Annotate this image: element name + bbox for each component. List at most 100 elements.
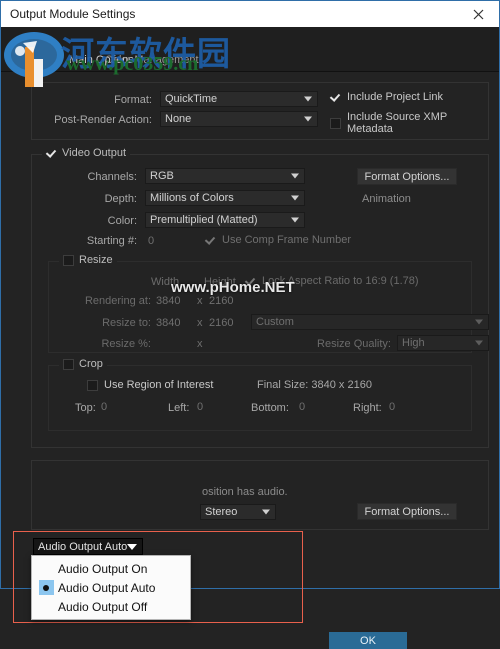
checkbox-icon[interactable] <box>330 117 341 129</box>
crop-right-label: Right: <box>353 402 382 414</box>
audio-channels-select[interactable]: Stereo <box>200 504 276 520</box>
format-label: Format: <box>114 94 152 106</box>
menu-item-audio-output-on[interactable]: Audio Output On <box>32 559 190 578</box>
resize-quality-select[interactable]: High <box>397 335 489 351</box>
resize-quality-label: Resize Quality: <box>317 338 391 350</box>
checkbox-icon[interactable] <box>245 276 256 287</box>
resize-x-separator: x <box>197 317 203 329</box>
depth-value: Millions of Colors <box>150 192 234 204</box>
audio-output-mode-value: Audio Output Auto <box>38 540 128 553</box>
resize-label: Resize <box>79 254 113 266</box>
starting-number-label: Starting #: <box>86 235 137 247</box>
radio-selected-icon <box>34 578 58 597</box>
color-select[interactable]: Premultiplied (Matted) <box>145 212 305 228</box>
checkbox-icon[interactable] <box>63 254 74 266</box>
chevron-down-icon <box>475 340 483 346</box>
resize-percent-label: Resize %: <box>101 338 151 350</box>
rendering-height-value: 2160 <box>209 295 234 307</box>
resize-preset-select[interactable]: Custom <box>251 314 489 330</box>
crop-legend[interactable]: Crop <box>59 358 107 370</box>
color-label: Color: <box>107 215 137 227</box>
include-project-link-row[interactable]: Include Project Link <box>330 91 443 103</box>
audio-format-options-button[interactable]: Format Options... <box>357 503 457 520</box>
tab-color-management[interactable]: Color Management <box>105 54 199 66</box>
chevron-down-icon <box>291 173 299 179</box>
menu-item-audio-output-on-label: Audio Output On <box>58 561 148 576</box>
use-comp-frame-number-label: Use Comp Frame Number <box>222 234 351 246</box>
chevron-down-icon <box>127 543 137 550</box>
video-format-options-button[interactable]: Format Options... <box>357 168 457 185</box>
crop-left-value[interactable]: 0 <box>197 401 203 413</box>
use-region-of-interest-label: Use Region of Interest <box>104 379 214 391</box>
close-icon[interactable] <box>457 1 499 27</box>
use-comp-frame-number-row[interactable]: Use Comp Frame Number <box>205 234 351 246</box>
crop-bottom-value[interactable]: 0 <box>299 401 305 413</box>
include-project-link-label: Include Project Link <box>347 91 443 103</box>
channels-label: Channels: <box>87 171 137 183</box>
audio-output-group: osition has audio. Stereo Format Options… <box>31 460 489 530</box>
checkbox-icon[interactable] <box>87 379 98 391</box>
crop-bottom-label: Bottom: <box>251 402 289 414</box>
resize-group: Resize Width Height Lock Aspect Ratio to… <box>48 254 489 353</box>
menu-item-audio-output-off[interactable]: Audio Output Off <box>32 597 190 616</box>
menu-item-audio-output-off-label: Audio Output Off <box>58 599 148 614</box>
lock-aspect-ratio-row[interactable]: Lock Aspect Ratio to 16:9 (1.78) <box>245 275 419 287</box>
rendering-x-separator: x <box>197 295 203 307</box>
ok-button-label: OK <box>360 634 376 647</box>
crop-left-label: Left: <box>168 402 190 414</box>
resize-preset-value: Custom <box>256 316 294 328</box>
radio-icon <box>34 597 58 616</box>
post-render-action-select[interactable]: None <box>160 111 318 127</box>
use-region-of-interest-row[interactable]: Use Region of Interest <box>87 379 213 391</box>
color-value: Premultiplied (Matted) <box>150 214 258 226</box>
video-output-label: Video Output <box>62 147 127 159</box>
chevron-down-icon <box>304 96 312 102</box>
crop-right-value[interactable]: 0 <box>389 401 395 413</box>
resize-height-header: Height <box>204 276 236 288</box>
format-select[interactable]: QuickTime <box>160 91 318 107</box>
format-select-value: QuickTime <box>165 93 218 105</box>
checkbox-icon[interactable] <box>205 235 216 246</box>
video-output-legend[interactable]: Video Output <box>42 147 131 159</box>
include-source-xmp-row[interactable]: Include Source XMP Metadata <box>330 111 488 135</box>
video-format-options-label: Format Options... <box>364 170 450 183</box>
channels-select[interactable]: RGB <box>145 168 305 184</box>
codec-name: Animation <box>362 193 411 205</box>
chevron-down-icon <box>475 319 483 325</box>
chevron-down-icon <box>262 509 270 515</box>
format-group: Format: QuickTime Post-Render Action: No… <box>31 82 489 140</box>
audio-output-mode-dropdown[interactable]: Audio Output Auto <box>33 538 143 555</box>
crop-label: Crop <box>79 358 103 370</box>
resize-quality-value: High <box>402 337 425 349</box>
chevron-down-icon <box>291 195 299 201</box>
menu-item-audio-output-auto[interactable]: Audio Output Auto <box>32 578 190 597</box>
resize-legend[interactable]: Resize <box>59 254 117 266</box>
resize-width-value[interactable]: 3840 <box>156 317 180 329</box>
menu-item-audio-output-auto-label: Audio Output Auto <box>58 580 156 595</box>
resize-width-header: Width <box>151 276 180 288</box>
crop-group: Crop Use Region of Interest Final Size: … <box>48 358 472 431</box>
audio-format-options-label: Format Options... <box>364 505 450 518</box>
rendering-at-label: Rendering at: <box>84 295 151 307</box>
resize-height-value[interactable]: 2160 <box>209 317 233 329</box>
starting-number-value[interactable]: 0 <box>148 235 154 247</box>
audio-output-mode-menu: Audio Output On Audio Output Auto Audio … <box>31 555 191 620</box>
checkbox-icon[interactable] <box>63 358 74 370</box>
depth-select[interactable]: Millions of Colors <box>145 190 305 206</box>
channels-value: RGB <box>150 170 174 182</box>
window-title: Output Module Settings <box>10 7 136 21</box>
ok-button[interactable]: OK <box>329 632 407 649</box>
video-output-group: Video Output Channels: RGB Depth: Millio… <box>31 147 489 448</box>
crop-top-label: Top: <box>75 402 96 414</box>
crop-top-value[interactable]: 0 <box>101 401 107 413</box>
output-module-settings-dialog: Output Module Settings Main Options Colo… <box>0 0 500 649</box>
tab-strip: Main Options Color Management <box>1 27 499 72</box>
title-bar: Output Module Settings <box>1 1 499 27</box>
checkbox-icon[interactable] <box>330 92 341 103</box>
checkbox-icon[interactable] <box>46 148 57 159</box>
settings-panel: Format: QuickTime Post-Render Action: No… <box>1 72 499 649</box>
post-render-action-label: Post-Render Action: <box>54 114 152 126</box>
rendering-width-value: 3840 <box>156 295 181 307</box>
resize-to-label: Resize to: <box>102 317 151 329</box>
include-source-xmp-label: Include Source XMP Metadata <box>347 111 448 135</box>
